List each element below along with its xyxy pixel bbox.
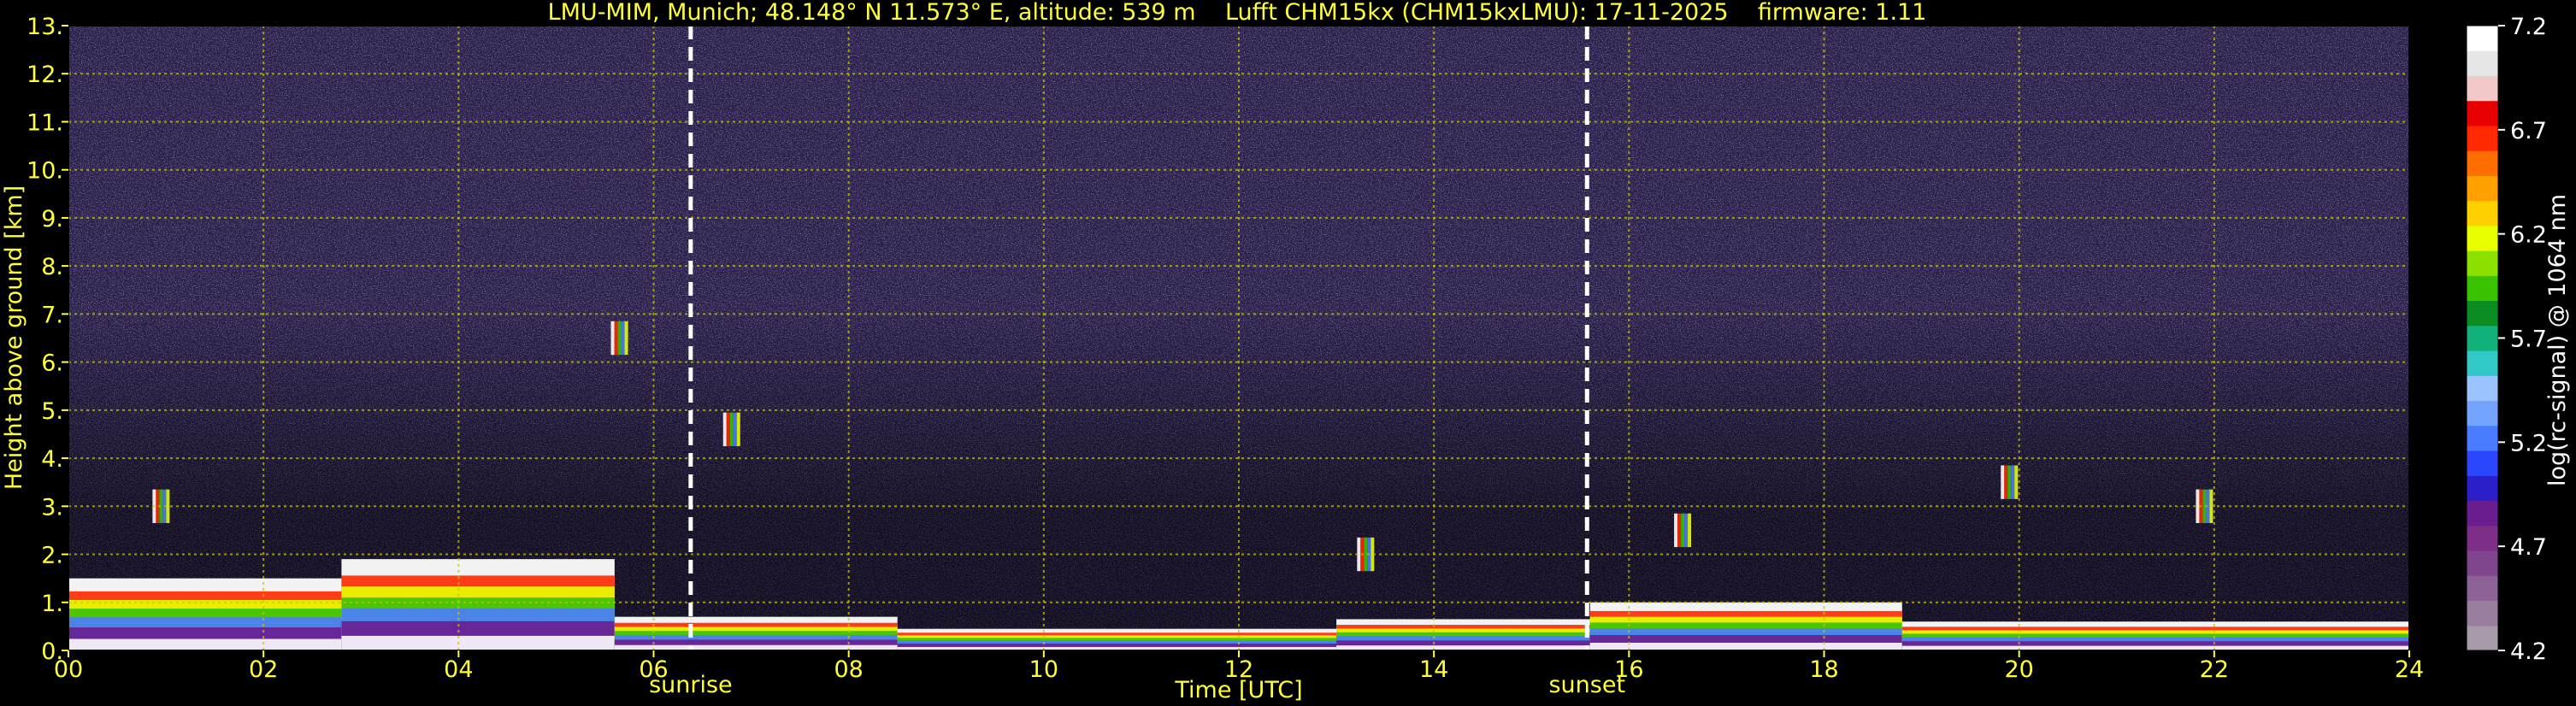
y-tick-label: 7. [41, 302, 63, 328]
colorbar-tick-label: 6.2 [2510, 222, 2547, 249]
elevated-feature [2001, 465, 2005, 499]
y-tick-label: 10. [27, 158, 63, 185]
elevated-feature [2196, 489, 2200, 523]
y-tick-label: 8. [41, 254, 63, 280]
x-tick-label: 22 [2200, 656, 2229, 683]
elevated-feature [624, 321, 628, 356]
elevated-feature [1677, 513, 1682, 548]
boundary-layer-band [341, 635, 615, 650]
x-tick-label: 02 [249, 656, 278, 683]
colorbar-swatch [2467, 175, 2498, 202]
elevated-feature [733, 412, 737, 447]
colorbar-swatch [2467, 26, 2498, 51]
x-axis-label: Time [UTC] [1174, 677, 1302, 703]
colorbar-swatch [2467, 425, 2498, 451]
elevated-feature [729, 412, 734, 447]
x-tick-label: 16 [1614, 656, 1643, 683]
y-axis-label: Height above ground [km] [1, 185, 27, 490]
colorbar-swatch [2467, 475, 2498, 502]
x-tick-label: 04 [444, 656, 473, 683]
elevated-feature [614, 321, 618, 356]
y-tick-label: 5. [41, 398, 63, 425]
colorbar-swatch [2467, 150, 2498, 176]
y-tick-label: 13. [27, 14, 63, 40]
colorbar-swatch [2467, 375, 2498, 402]
colorbar-swatch [2467, 550, 2498, 576]
colorbar-swatch [2467, 250, 2498, 276]
colorbar-swatch [2467, 200, 2498, 227]
colorbar-swatch [2467, 75, 2498, 102]
colorbar-swatch [2467, 500, 2498, 527]
elevated-feature [610, 321, 615, 356]
elevated-feature [617, 321, 622, 356]
x-tick-label: 10 [1029, 656, 1058, 683]
colorbar-swatch [2467, 575, 2498, 602]
y-axis-ticks: 0. 1. 2. 3. 4. 5. 6. 7. 8. 9. 10. 11. 12. 13. [27, 14, 68, 665]
x-tick-label: 24 [2395, 656, 2424, 683]
colorbar-swatch [2467, 225, 2498, 251]
colorbar-swatch [2467, 125, 2498, 151]
ceilometer-figure: LMU-MIM, Munich; 48.148° N 11.573° E, al… [1, 0, 2571, 703]
chart-title: LMU-MIM, Munich; 48.148° N 11.573° E, al… [548, 0, 1927, 26]
elevated-feature [722, 412, 727, 447]
y-tick-label: 2. [41, 543, 63, 569]
elevated-feature [2004, 465, 2008, 499]
x-tick-label: 06 [639, 656, 668, 683]
y-tick-label: 1. [41, 591, 63, 617]
colorbar-label: log(rc-signal) @ 1064 nm [2544, 194, 2571, 486]
colorbar-swatch [2467, 450, 2498, 476]
colorbar: 4.2 4.7 5.2 5.7 6.2 6.7 7.2 [2466, 14, 2547, 665]
colorbar-swatch [2467, 300, 2498, 327]
elevated-feature [1688, 513, 1692, 548]
colorbar-tick-label: 7.2 [2510, 14, 2547, 40]
colorbar-swatch [2467, 275, 2498, 302]
colorbar-swatch [2467, 525, 2498, 551]
colorbar-swatch [2467, 625, 2498, 651]
elevated-feature [2007, 465, 2012, 499]
elevated-feature [2014, 465, 2019, 499]
y-tick-label: 3. [41, 494, 63, 521]
colorbar-swatch [2467, 50, 2498, 76]
elevated-feature [726, 412, 730, 447]
colorbar-swatch [2467, 350, 2498, 376]
boundary-layer-band [68, 638, 342, 650]
elevated-feature [736, 412, 740, 447]
x-tick-label: 08 [834, 656, 863, 683]
y-tick-label: 0. [41, 638, 63, 665]
colorbar-swatch [2467, 325, 2498, 351]
x-tick-label: 14 [1419, 656, 1448, 683]
colorbar-tick-label: 4.7 [2510, 534, 2547, 561]
colorbar-tick-label: 4.2 [2510, 638, 2547, 665]
colorbar-swatch [2467, 400, 2498, 427]
x-tick-label: 18 [1809, 656, 1838, 683]
y-tick-label: 12. [27, 62, 63, 88]
elevated-feature [1364, 537, 1368, 572]
colorbar-tick-label: 5.7 [2510, 327, 2547, 353]
elevated-feature [2011, 465, 2015, 499]
colorbar-tick-label: 6.7 [2510, 118, 2547, 144]
colorbar-swatch [2467, 600, 2498, 627]
colorbar-tick-label: 5.2 [2510, 430, 2547, 456]
y-tick-label: 9. [41, 206, 63, 232]
elevated-feature [1684, 513, 1689, 548]
y-tick-label: 11. [27, 109, 63, 136]
colorbar-swatch [2467, 100, 2498, 126]
y-tick-label: 4. [41, 446, 63, 473]
elevated-feature [1674, 513, 1678, 548]
x-tick-label: 20 [2004, 656, 2033, 683]
elevated-feature [1681, 513, 1685, 548]
elevated-feature [621, 321, 625, 356]
y-tick-label: 6. [41, 350, 63, 377]
boundary-layer-band [1589, 643, 1902, 650]
